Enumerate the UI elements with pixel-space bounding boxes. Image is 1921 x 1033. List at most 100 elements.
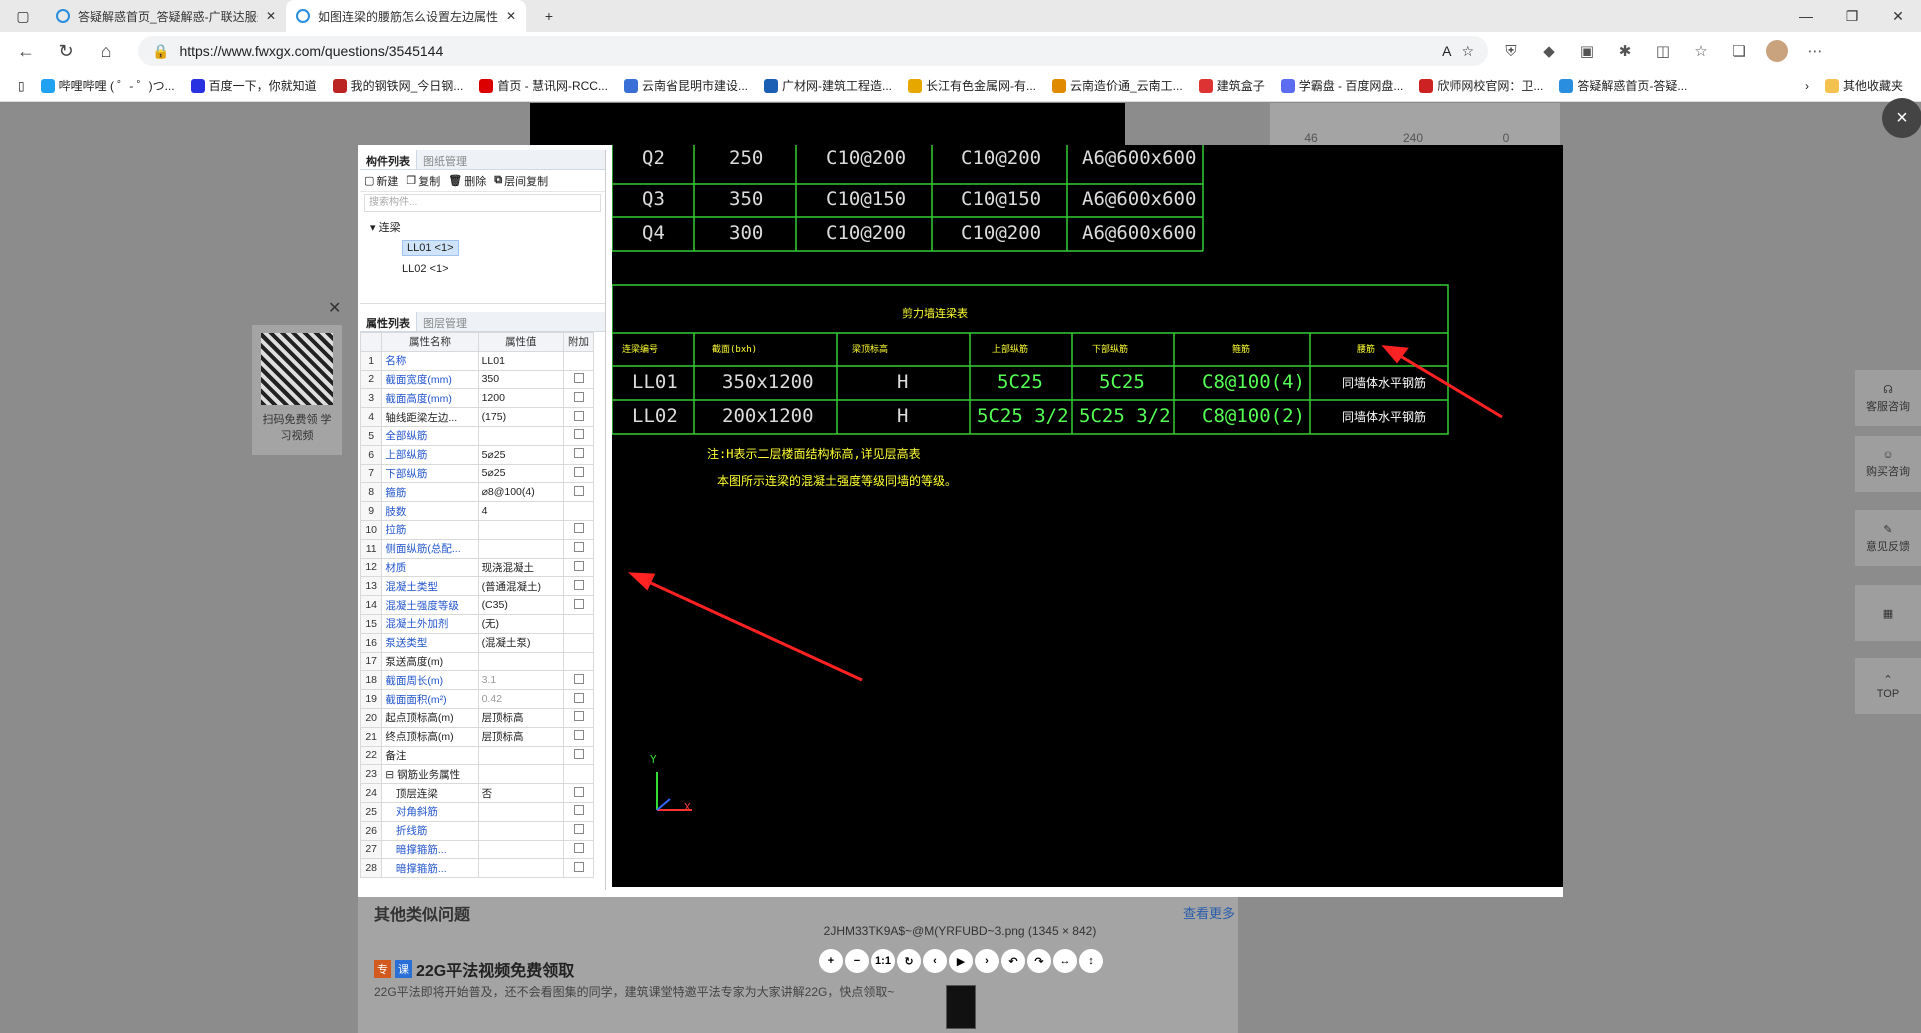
read-aloud-icon[interactable]: A [1442,43,1451,59]
tree-item-ll02[interactable]: LL02 <1> [370,259,595,280]
bookmark-6[interactable]: 广材网-建筑工程造... [758,77,898,94]
flip-vertical-icon[interactable]: ↕ [1079,949,1103,973]
floor-copy-button[interactable]: ⧉ 层间复制 [494,173,548,189]
tab-2[interactable]: 如图连梁的腰筋怎么设置左边属性 ✕ [286,0,526,32]
property-row[interactable]: 7 下部纵筋 5⌀25 [359,463,594,484]
attach-checkbox[interactable] [573,542,584,553]
property-value[interactable] [477,801,565,822]
property-value[interactable]: 层顶标高 [477,726,565,747]
property-row[interactable]: 11 侧面纵筋(总配... [359,538,594,559]
attach-checkbox[interactable] [573,786,584,797]
property-row[interactable]: 10 拉筋 [359,519,594,540]
property-value[interactable]: 1200 [477,388,565,409]
viewer-close-button[interactable]: × [1882,98,1921,138]
property-row[interactable]: 8 箍筋 ⌀8@100(4) [359,482,594,503]
attach-checkbox[interactable] [573,824,584,835]
property-value[interactable]: (无) [477,613,565,634]
minimize-button[interactable]: — [1783,0,1829,32]
copy-button[interactable]: ❐ 复制 [406,173,440,189]
more-menu-icon[interactable]: ⋯ [1800,36,1830,66]
promo-title[interactable]: 22G平法视频免费领取 [416,957,574,981]
shield-icon[interactable]: ⛨ [1496,36,1526,66]
property-value[interactable]: (C35) [477,595,565,615]
property-value[interactable]: 0.42 [477,689,565,709]
property-row[interactable]: 4 轴线距梁左边... (175) [359,407,594,427]
tree-item-ll01[interactable]: LL01 <1> [370,238,595,259]
property-row[interactable]: 6 上部纵筋 5⌀25 [359,444,594,465]
property-row[interactable]: 15 混凝土外加剂 (无) [359,613,594,634]
feedback-button[interactable]: ✎ 意见反馈 [1855,510,1921,566]
extensions-icon[interactable]: ✱ [1610,36,1640,66]
property-row[interactable]: 12 材质 现浇混凝土 [359,557,594,578]
property-row[interactable]: 13 混凝土类型 (普通混凝土) [359,576,594,597]
component-search-input[interactable]: 搜索构件... [364,194,601,212]
property-value[interactable]: (175) [477,407,565,427]
property-row[interactable]: 27 暗撑箍筋... [359,839,594,860]
new-button[interactable]: ▢ 新建 [364,173,398,189]
bookmark-7[interactable]: 长江有色金属网-有... [902,77,1042,94]
qr-close-icon[interactable]: ✕ [328,298,341,318]
property-row[interactable]: 14 混凝土强度等级 (C35) [359,595,594,615]
customer-service-button[interactable]: ☊ 客服咨询 [1855,370,1921,426]
property-value[interactable]: 现浇混凝土 [477,557,565,578]
flip-horizontal-icon[interactable]: ↔ [1053,949,1077,973]
delete-button[interactable]: 🗑 删除 [448,173,486,189]
attach-checkbox[interactable] [573,466,584,477]
zoom-in-icon[interactable]: + [819,949,843,973]
zoom-out-icon[interactable]: − [845,949,869,973]
property-value[interactable] [477,425,565,446]
property-row[interactable]: 17 泵送高度(m) [359,651,594,672]
see-more-link[interactable]: 查看更多 [1183,903,1235,922]
property-value[interactable] [477,651,565,672]
bookmark-8[interactable]: 云南造价通_云南工... [1046,77,1189,94]
property-row[interactable]: 22 备注 [359,745,594,766]
bookmark-12[interactable]: 答疑解惑首页-答疑... [1553,77,1693,94]
prev-icon[interactable]: ‹ [923,949,947,973]
property-value[interactable]: 350 [477,369,565,390]
property-row[interactable]: 28 暗撑箍筋... [359,858,594,879]
attach-checkbox[interactable] [573,673,584,684]
property-value[interactable] [477,839,565,860]
favorite-star-icon[interactable]: ☆ [1461,43,1474,60]
property-value[interactable] [477,858,565,879]
property-row[interactable]: 9 肢数 4 [359,501,594,521]
tab-actions-icon[interactable]: ▢ [0,0,46,32]
property-row[interactable]: 25 对角斜筋 [359,801,594,822]
tab-1[interactable]: 答疑解惑首页_答疑解惑-广联达服务新干线 ✕ [46,0,286,32]
tab-property-list[interactable]: 属性列表 [360,312,417,331]
tab-layer-manage[interactable]: 图层管理 [417,312,473,331]
attach-checkbox[interactable] [573,711,584,722]
attach-checkbox[interactable] [573,523,584,534]
property-value[interactable] [477,820,565,841]
close-tab-icon[interactable]: ✕ [266,9,276,23]
attach-checkbox[interactable] [573,410,584,421]
property-value[interactable]: 5⌀25 [477,463,565,484]
reset-icon[interactable]: ↻ [897,949,921,973]
property-value[interactable]: 5⌀25 [477,444,565,465]
property-row[interactable]: 20 起点顶标高(m) 层顶标高 [359,707,594,728]
property-row[interactable]: 3 截面高度(mm) 1200 [359,388,594,409]
bookmarks-overflow-icon[interactable]: › [1799,79,1815,93]
rotate-left-icon[interactable]: ↶ [1001,949,1025,973]
attach-checkbox[interactable] [573,748,584,759]
property-row[interactable]: 1 名称 LL01 [359,350,594,371]
property-row[interactable]: 2 截面宽度(mm) 350 [359,369,594,390]
refresh-icon[interactable]: ↻ [50,35,82,67]
tab-drawing-manage[interactable]: 图纸管理 [417,150,473,169]
property-value[interactable] [477,745,565,766]
attach-checkbox[interactable] [573,842,584,853]
bookmark-2[interactable]: 百度一下，你就知道 [185,77,323,94]
attach-checkbox[interactable] [573,391,584,402]
bookmark-5[interactable]: 云南省昆明市建设... [618,77,754,94]
attach-checkbox[interactable] [573,579,584,590]
property-value[interactable]: LL01 [477,350,565,371]
other-bookmarks[interactable]: 其他收藏夹 [1819,77,1909,94]
property-value[interactable]: 4 [477,501,565,521]
thumbnail[interactable] [946,985,976,1029]
attach-checkbox[interactable] [573,560,584,571]
property-value[interactable]: (普通混凝土) [477,576,565,597]
property-row[interactable]: 5 全部纵筋 [359,425,594,446]
attach-checkbox[interactable] [573,692,584,703]
attach-checkbox[interactable] [573,429,584,440]
close-tab-icon[interactable]: ✕ [506,9,516,23]
